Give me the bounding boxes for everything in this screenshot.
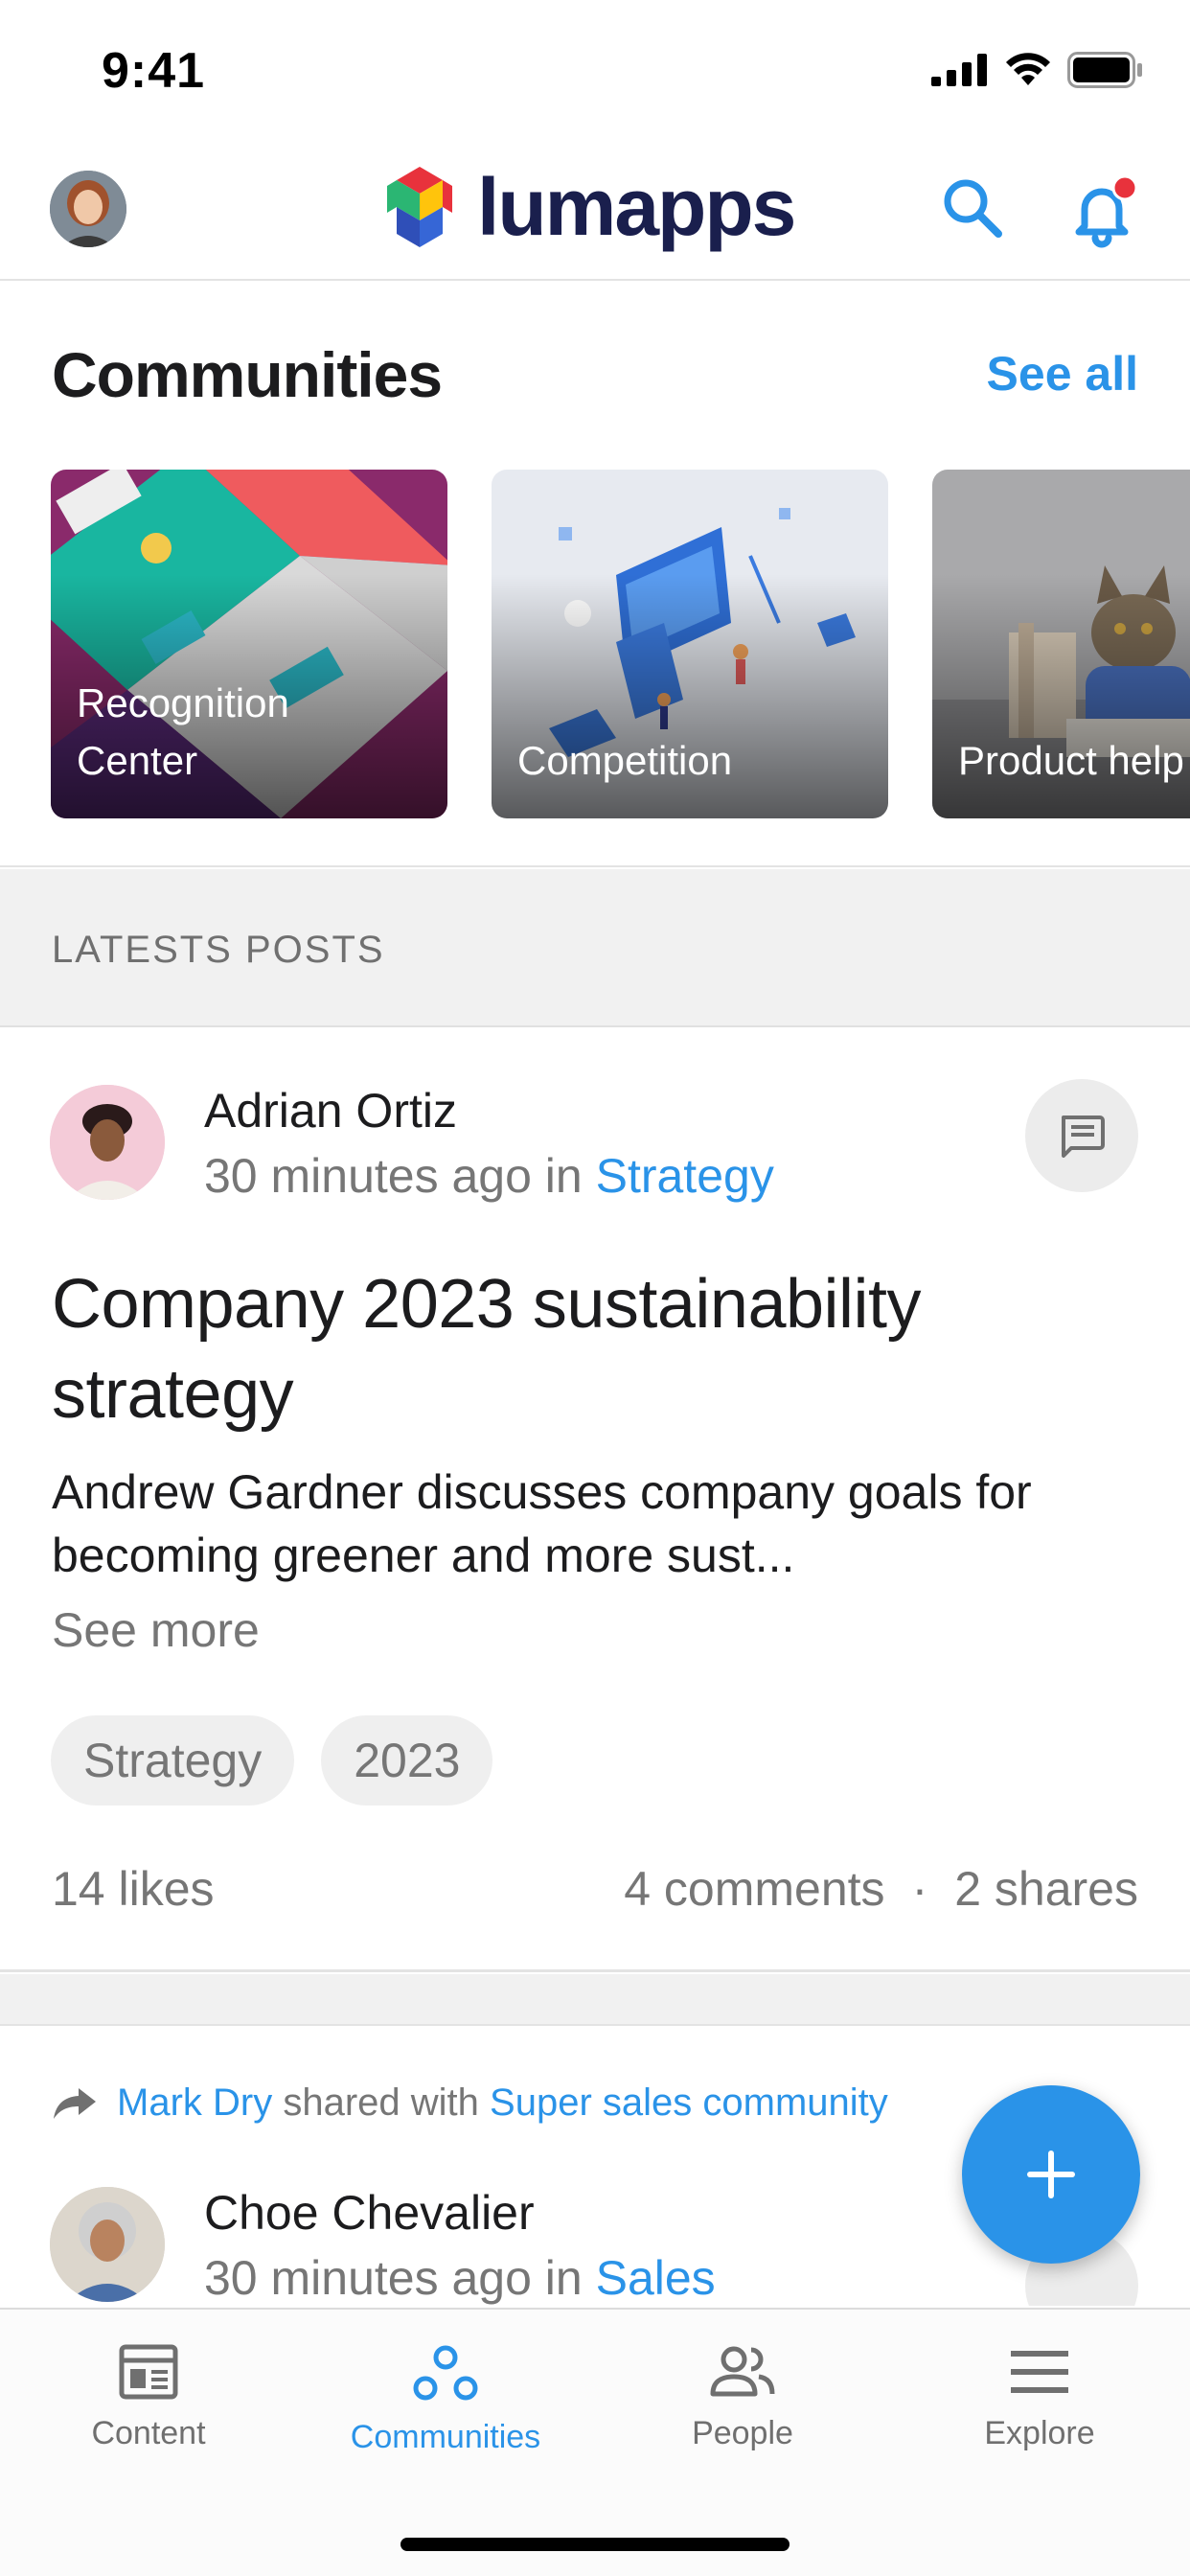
content-icon (119, 2344, 178, 2400)
lumapps-logo: lumapps (376, 162, 796, 252)
tab-people[interactable]: People (594, 2344, 891, 2452)
see-more-link[interactable]: See more (52, 1602, 260, 1658)
wifi-icon (1006, 53, 1050, 85)
card-label-line: Center (77, 738, 198, 783)
signal-icon (931, 54, 987, 86)
tab-label: People (692, 2415, 793, 2451)
post-time: 30 minutes ago in (204, 1149, 583, 1203)
latest-posts-label: LATESTS POSTS (52, 929, 385, 971)
stats-separator: · (911, 1862, 928, 1916)
shares-count[interactable]: 2 shares (954, 1861, 1138, 1917)
shared-with-text: shared with (283, 2082, 479, 2124)
community-card-product-help[interactable]: Product help (932, 470, 1190, 818)
post-tags: Strategy 2023 (51, 1715, 493, 1806)
post-author[interactable]: Choe Chevalier (204, 2185, 535, 2241)
post-card[interactable]: Adrian Ortiz 30 minutes ago in Strategy … (0, 1029, 1190, 1972)
post-community-link[interactable]: Sales (596, 2251, 716, 2305)
notifications-button[interactable] (1065, 172, 1142, 249)
post-community-link[interactable]: Strategy (596, 1149, 774, 1203)
card-label-line: Recognition (77, 680, 289, 725)
community-card-label: Competition (517, 738, 733, 783)
likes-count[interactable]: 14 likes (52, 1861, 215, 1917)
lumapps-logo-icon (387, 167, 452, 247)
post-author[interactable]: Adrian Ortiz (204, 1083, 457, 1138)
tag-chip[interactable]: Strategy (51, 1715, 295, 1806)
post-stats: 4 comments · 2 shares (624, 1861, 1138, 1917)
author-avatar[interactable] (50, 1085, 165, 1200)
sharer-link[interactable]: Mark Dry (117, 2082, 272, 2124)
latest-posts-header: LATESTS POSTS (0, 869, 1190, 1027)
author-avatar[interactable] (50, 2187, 165, 2302)
community-card-label: Recognition Center (77, 675, 289, 790)
search-icon (944, 179, 1002, 238)
post-title[interactable]: Company 2023 sustainability strategy (52, 1259, 1144, 1439)
bottom-tab-bar: Content Communities People Explore (0, 2308, 1190, 2576)
community-card-competition[interactable]: Competition (492, 470, 888, 818)
post-meta: 30 minutes ago in Sales (204, 2250, 716, 2306)
community-card-recognition[interactable]: Recognition Center (51, 470, 447, 818)
bell-icon (1075, 174, 1138, 248)
status-icons (931, 52, 1144, 88)
user-avatar[interactable] (50, 171, 126, 247)
plus-icon (1027, 2150, 1075, 2198)
tab-label: Communities (350, 2419, 541, 2455)
post-excerpt: Andrew Gardner discusses company goals f… (52, 1465, 1032, 1582)
comment-icon (1062, 1116, 1105, 1158)
comment-button[interactable] (1025, 1079, 1138, 1192)
tag-chip[interactable]: 2023 (321, 1715, 493, 1806)
status-time: 9:41 (102, 43, 206, 99)
shared-community-link[interactable]: Super sales community (490, 2082, 888, 2124)
tab-label: Content (91, 2415, 206, 2451)
search-button[interactable] (939, 174, 1006, 242)
comments-count[interactable]: 4 comments (624, 1861, 884, 1917)
app-header: lumapps (0, 144, 1190, 281)
post-time: 30 minutes ago in (204, 2251, 583, 2305)
battery-icon (1067, 52, 1142, 88)
communities-icon (413, 2345, 478, 2401)
see-all-link[interactable]: See all (987, 346, 1138, 402)
shared-info: Mark Dry shared with Super sales communi… (52, 2082, 888, 2125)
tab-content[interactable]: Content (0, 2344, 297, 2452)
menu-icon (1011, 2351, 1068, 2393)
feed-divider (0, 1974, 1190, 2026)
tab-communities[interactable]: Communities (297, 2344, 594, 2456)
communities-section: Communities See all Recognition Center C… (0, 283, 1190, 867)
create-post-button[interactable] (962, 2085, 1140, 2264)
tab-label: Explore (984, 2415, 1095, 2451)
post-meta: 30 minutes ago in Strategy (204, 1148, 774, 1204)
share-arrow-icon (54, 2087, 96, 2119)
people-icon (710, 2346, 775, 2397)
community-card-label: Product help (958, 738, 1184, 783)
status-bar: 9:41 (0, 0, 1190, 144)
home-indicator[interactable] (400, 2538, 790, 2551)
communities-carousel[interactable]: Recognition Center Competition Product h… (51, 470, 1190, 818)
tab-explore[interactable]: Explore (891, 2344, 1188, 2452)
logo-text: lumapps (477, 162, 796, 252)
communities-title: Communities (52, 339, 443, 410)
